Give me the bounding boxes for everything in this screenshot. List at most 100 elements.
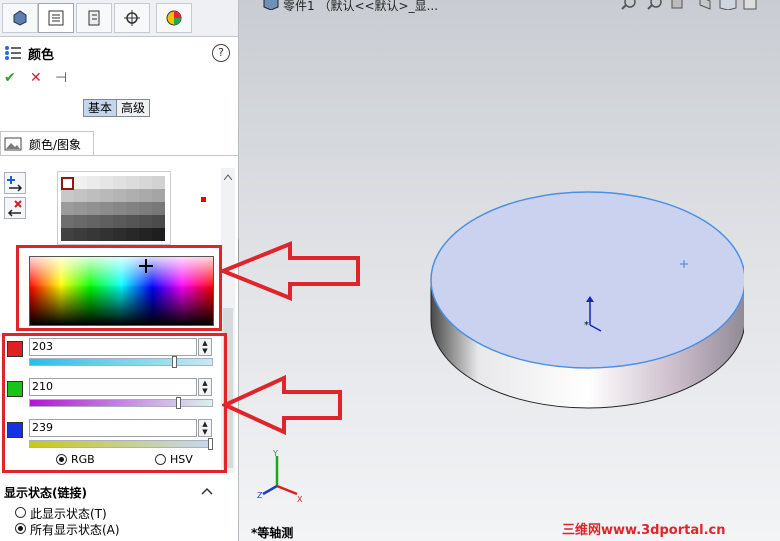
mode-advanced-button[interactable]: 高级 bbox=[116, 99, 150, 117]
swatch-cell[interactable] bbox=[113, 176, 126, 189]
swatch-cell[interactable] bbox=[74, 176, 87, 189]
swatch-cell[interactable] bbox=[113, 228, 126, 241]
swatch-palette[interactable] bbox=[57, 171, 171, 245]
swatch-cell[interactable] bbox=[113, 215, 126, 228]
part-icon bbox=[263, 0, 279, 10]
swatch-cell[interactable] bbox=[152, 202, 165, 215]
display-state-title: 显示状态(链接) bbox=[4, 486, 87, 500]
swatch-cell[interactable] bbox=[74, 202, 87, 215]
swatch-cell[interactable] bbox=[152, 215, 165, 228]
swatch-cell[interactable] bbox=[74, 189, 87, 202]
selected-swatch-marker bbox=[201, 197, 206, 202]
group-label: 颜色/图象 bbox=[29, 138, 82, 152]
swatch-cell[interactable] bbox=[152, 189, 165, 202]
swatch-cell[interactable] bbox=[139, 202, 152, 215]
pin-button[interactable]: ⊣ bbox=[55, 70, 67, 86]
swatch-cell[interactable] bbox=[152, 228, 165, 241]
ok-button[interactable]: ✔ bbox=[4, 70, 16, 86]
mode-basic-button[interactable]: 基本 bbox=[83, 99, 117, 117]
svg-text:Y: Y bbox=[272, 450, 278, 458]
swatch-cell[interactable] bbox=[87, 176, 100, 189]
tab-configuration-manager[interactable] bbox=[76, 3, 112, 33]
swatch-cell[interactable] bbox=[61, 215, 74, 228]
cylinder-model[interactable]: * bbox=[424, 185, 744, 425]
collapse-chevron-icon[interactable] bbox=[201, 487, 213, 495]
arrow-to-rgb bbox=[222, 374, 342, 436]
display-state-section-header[interactable]: 显示状态(链接) bbox=[0, 481, 220, 501]
remove-swatch-button[interactable] bbox=[4, 197, 26, 219]
list-icon bbox=[5, 46, 21, 60]
scroll-up-icon bbox=[224, 174, 232, 180]
zoom-area-icon bbox=[647, 0, 662, 10]
swatch-cell[interactable] bbox=[126, 228, 139, 241]
view-orientation-icon bbox=[719, 0, 737, 10]
swatch-cell[interactable] bbox=[74, 215, 87, 228]
feature-manager-icon bbox=[13, 10, 27, 26]
swatch-cell[interactable] bbox=[61, 202, 74, 215]
crosshair-icon bbox=[124, 10, 140, 26]
swatch-cell[interactable] bbox=[87, 189, 100, 202]
feature-tree-root[interactable]: 零件1 （默认<<默认>_显... bbox=[283, 0, 438, 14]
add-swatch-button[interactable] bbox=[4, 172, 26, 194]
swatch-cell[interactable] bbox=[87, 228, 100, 241]
heads-up-toolbar[interactable] bbox=[620, 0, 780, 10]
tab-dimxpert-manager[interactable] bbox=[114, 3, 150, 33]
arrow-to-spectrum bbox=[220, 241, 360, 301]
color-image-group-tab[interactable]: 颜色/图象 bbox=[0, 131, 94, 156]
svg-text:*: * bbox=[584, 320, 589, 331]
previous-view-icon bbox=[671, 0, 683, 9]
swatch-cell[interactable] bbox=[113, 202, 126, 215]
view-orientation-label: *等轴测 bbox=[251, 526, 294, 540]
swatch-cell[interactable] bbox=[74, 228, 87, 241]
swatch-cell[interactable] bbox=[61, 228, 74, 241]
all-display-states-radio[interactable] bbox=[15, 523, 26, 534]
tab-display-manager[interactable] bbox=[156, 3, 192, 33]
group-divider bbox=[0, 155, 238, 156]
watermark: 三维网www.3dportal.cn bbox=[562, 523, 726, 538]
swatch-cell[interactable] bbox=[139, 189, 152, 202]
this-display-state-radio[interactable] bbox=[15, 507, 26, 518]
swatch-cell[interactable] bbox=[126, 189, 139, 202]
tab-property-manager[interactable] bbox=[38, 3, 74, 33]
this-display-state-label: 此显示状态(T) bbox=[30, 507, 107, 521]
swatch-cell[interactable] bbox=[126, 215, 139, 228]
svg-text:Z: Z bbox=[257, 491, 263, 500]
all-display-states-label: 所有显示状态(A) bbox=[30, 523, 120, 537]
rgb-highlight-box bbox=[2, 333, 227, 473]
panel-header: 颜色 ? bbox=[0, 38, 238, 68]
section-view-icon bbox=[699, 0, 711, 10]
swatch-cell[interactable] bbox=[100, 215, 113, 228]
swatch-cell[interactable] bbox=[126, 202, 139, 215]
tab-feature-manager[interactable] bbox=[2, 3, 38, 33]
property-manager: 颜色 ? ✔ ✕ ⊣ 基本 高级 颜色/图象 203 ▲ ▼ 210 ▲ ▼ 23 bbox=[0, 0, 239, 541]
add-swatch-icon bbox=[7, 176, 23, 192]
zoom-to-fit-icon bbox=[621, 0, 636, 10]
swatch-cell[interactable] bbox=[87, 215, 100, 228]
display-style-icon bbox=[743, 0, 757, 10]
remove-swatch-icon bbox=[7, 200, 22, 217]
configuration-icon bbox=[88, 10, 100, 26]
swatch-cell[interactable] bbox=[139, 215, 152, 228]
swatch-cell[interactable] bbox=[100, 189, 113, 202]
swatch-cell[interactable] bbox=[152, 176, 165, 189]
swatch-cell[interactable] bbox=[139, 176, 152, 189]
swatch-cell[interactable] bbox=[126, 176, 139, 189]
property-manager-icon bbox=[48, 10, 64, 26]
manager-tabbar bbox=[0, 0, 238, 37]
swatch-cell[interactable] bbox=[100, 176, 113, 189]
cylinder-top-face[interactable] bbox=[430, 191, 744, 369]
swatch-cell[interactable] bbox=[139, 228, 152, 241]
swatch-cell[interactable] bbox=[100, 202, 113, 215]
panel-title: 颜色 bbox=[28, 48, 55, 63]
image-icon bbox=[4, 137, 22, 151]
spectrum-highlight-box bbox=[16, 245, 222, 331]
cancel-button[interactable]: ✕ bbox=[30, 70, 42, 86]
swatch-cell[interactable] bbox=[113, 189, 126, 202]
swatch-cell[interactable] bbox=[100, 228, 113, 241]
appearance-pie-icon bbox=[166, 10, 182, 26]
swatch-cell[interactable] bbox=[61, 189, 74, 202]
svg-text:X: X bbox=[297, 495, 303, 504]
axis-triad-icon: Y X Z bbox=[257, 450, 303, 504]
swatch-cell[interactable] bbox=[87, 202, 100, 215]
help-icon[interactable]: ? bbox=[212, 44, 230, 62]
